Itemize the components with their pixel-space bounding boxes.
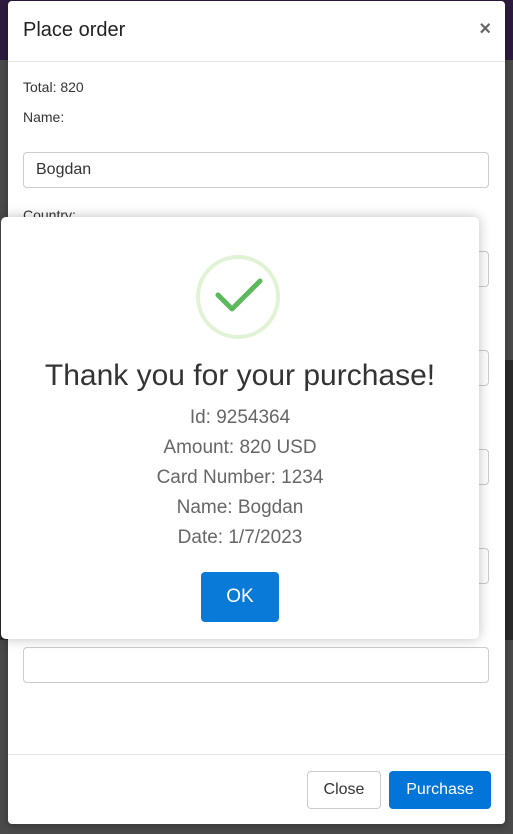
order-id: Id: 9254364 xyxy=(189,407,291,428)
order-date: Date: 1/7/2023 xyxy=(177,527,303,548)
name-input[interactable]: Bogdan xyxy=(23,152,489,188)
total-label: Total: 820 xyxy=(23,79,84,95)
year-input[interactable] xyxy=(23,647,489,683)
modal-footer: Close Purchase xyxy=(8,754,505,825)
success-icon-circle xyxy=(196,255,280,339)
close-button[interactable]: Close xyxy=(307,771,381,809)
order-amount: Amount: 820 USD xyxy=(163,437,317,458)
success-alert: Thank you for your purchase! Id: 9254364… xyxy=(1,217,479,639)
modal-title: Place order xyxy=(23,19,126,41)
order-name: Name: Bogdan xyxy=(176,497,304,518)
check-icon xyxy=(215,278,263,312)
order-card-number: Card Number: 1234 xyxy=(156,467,324,488)
alert-title: Thank you for your purchase! xyxy=(44,359,436,392)
purchase-button[interactable]: Purchase xyxy=(389,771,491,809)
name-label: Name: xyxy=(23,109,65,125)
close-icon[interactable]: × xyxy=(479,18,491,41)
ok-button[interactable]: OK xyxy=(201,572,279,622)
modal-header: Place order × xyxy=(8,1,505,62)
